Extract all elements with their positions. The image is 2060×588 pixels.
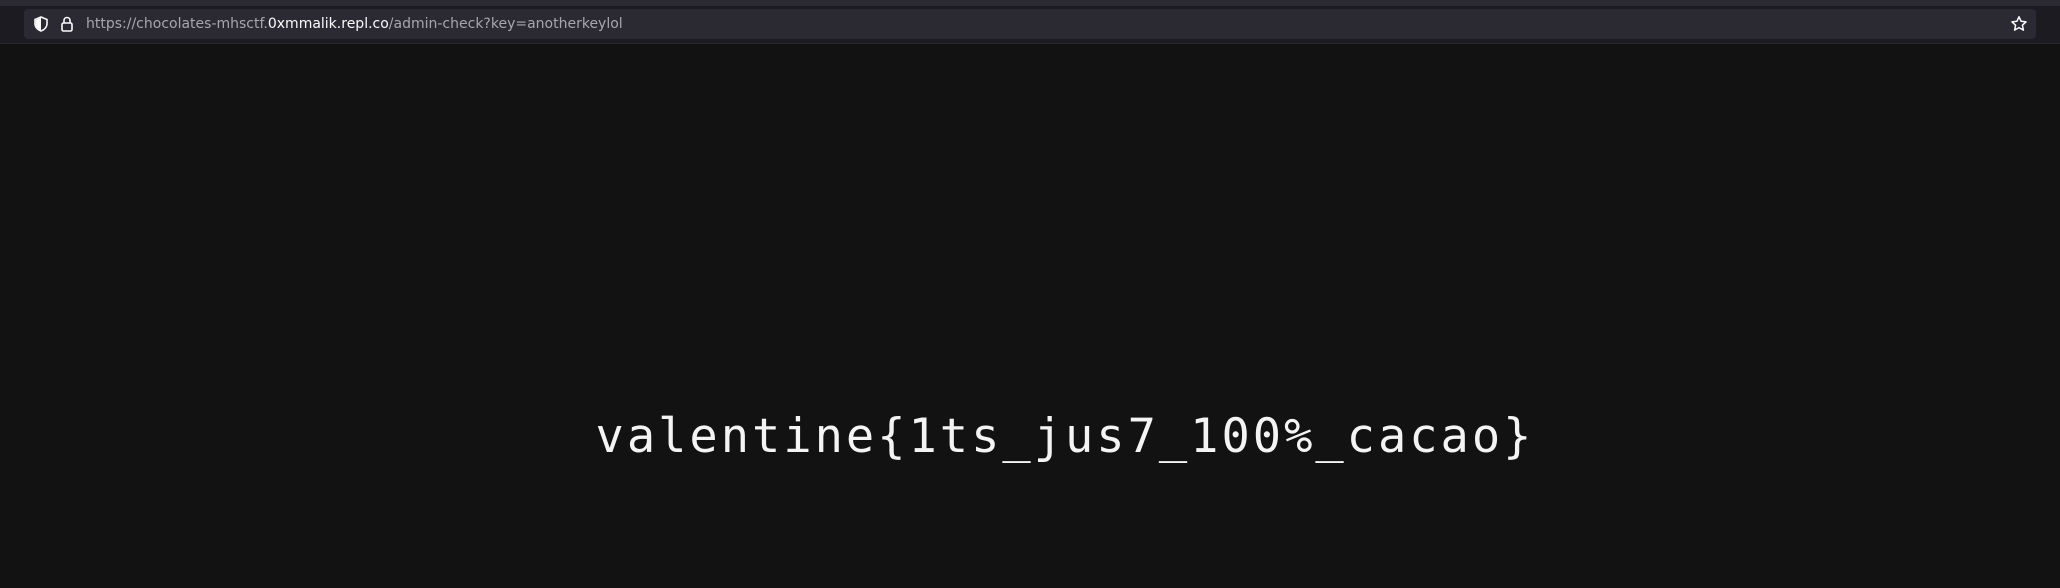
lock-icon[interactable] (58, 15, 76, 33)
address-bar[interactable]: https://chocolates-mhsctf.0xmmalik.repl.… (24, 9, 2036, 39)
flag-text: valentine{1ts_jus7_100%_cacao} (595, 409, 1535, 464)
url-path: /admin-check?key=anotherkeylol (388, 16, 623, 32)
url-prefix: https://chocolates-mhsctf. (86, 16, 268, 32)
tab-strip (0, 0, 2060, 6)
star-icon[interactable] (2010, 15, 2028, 33)
url-domain: 0xmmalik.repl.co (267, 16, 389, 32)
page-content: valentine{1ts_jus7_100%_cacao} (0, 44, 2060, 588)
url-text[interactable]: https://chocolates-mhsctf.0xmmalik.repl.… (86, 9, 623, 39)
browser-chrome: https://chocolates-mhsctf.0xmmalik.repl.… (0, 0, 2060, 44)
shield-icon[interactable] (32, 15, 50, 33)
